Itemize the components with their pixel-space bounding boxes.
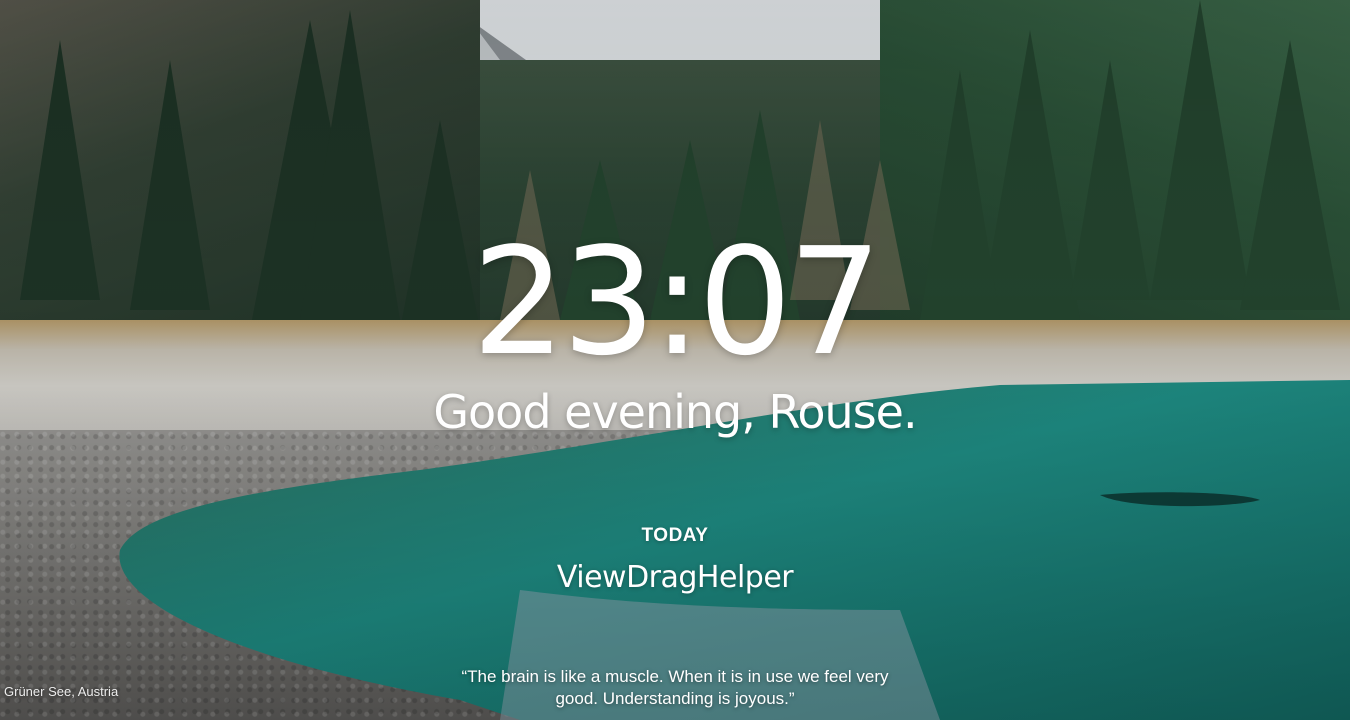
daily-quote[interactable]: “The brain is like a muscle. When it is …	[440, 666, 910, 710]
new-tab-dashboard: 23:07 Good evening, Rouse. TODAY ViewDra…	[0, 0, 1350, 720]
clock-time: 23:07	[471, 216, 883, 388]
greeting: Good evening, Rouse.	[433, 385, 917, 439]
focus-section: TODAY ViewDragHelper	[0, 522, 1350, 596]
photo-location[interactable]: Grüner See, Austria	[4, 683, 118, 701]
focus-title: TODAY	[641, 525, 709, 546]
focus-item[interactable]: ViewDragHelper	[557, 560, 794, 596]
